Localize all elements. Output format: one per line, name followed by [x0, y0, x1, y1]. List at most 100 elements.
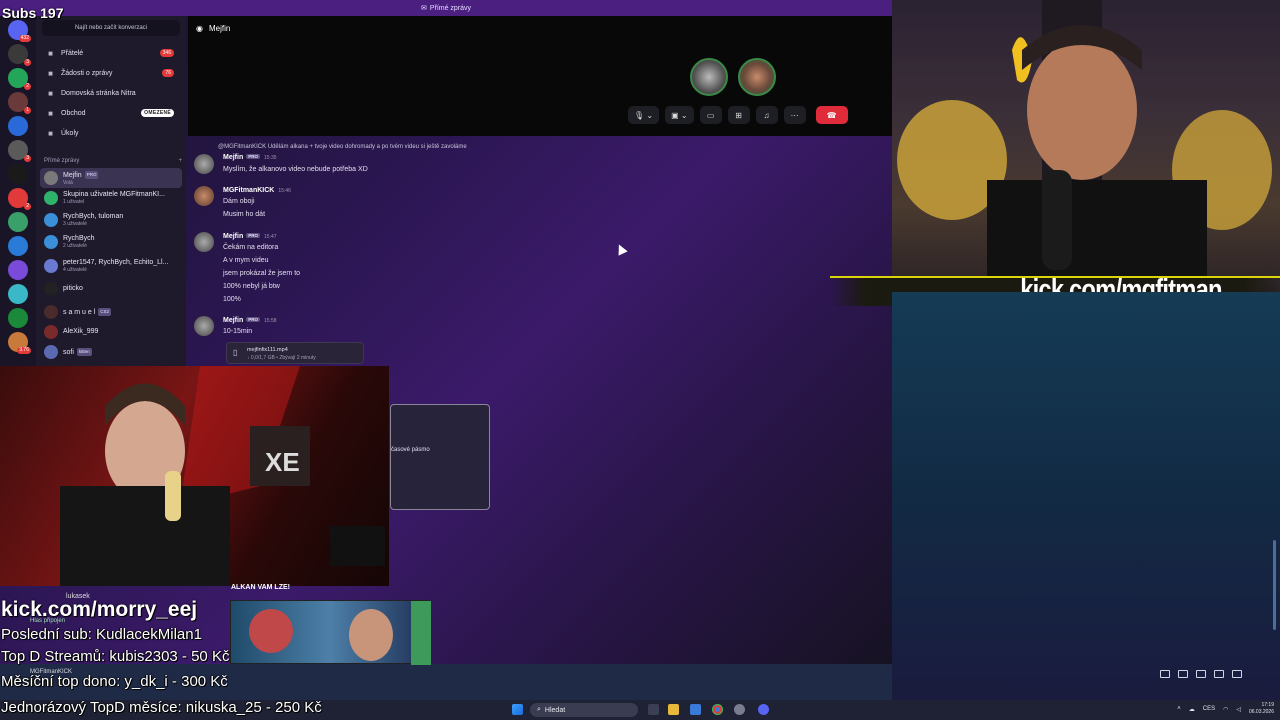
kick-url-left: kick.com/morry_eej	[1, 598, 198, 621]
svg-text:XE: XE	[265, 447, 300, 477]
window-icon[interactable]	[1178, 670, 1188, 678]
server-icon[interactable]: 3	[8, 140, 31, 162]
subs-counter: Subs 197	[2, 5, 64, 21]
task-view-icon[interactable]	[648, 704, 659, 715]
message-text: 10-15min	[223, 328, 253, 335]
dm-sidebar: Najít nebo začít konverzaci ■ Přátelé 346 ■…	[36, 16, 186, 366]
nav-badge: 346	[159, 49, 174, 57]
dm-item[interactable]: Skupina uživatele MGFitmanKI... 1 uživate…	[40, 188, 182, 208]
nav-item[interactable]: ■ Úkoly	[42, 124, 180, 142]
participant-avatar[interactable]	[738, 58, 776, 96]
server-icon[interactable]: 3	[8, 44, 31, 66]
avatar[interactable]	[194, 232, 214, 252]
server-icon[interactable]: 3.76	[8, 332, 31, 354]
server-icon[interactable]: 1	[8, 92, 31, 114]
inbox-icon: ■	[48, 68, 53, 78]
soundboard-button[interactable]: ♫	[755, 106, 778, 124]
screen-share-icon: ▭	[706, 110, 715, 120]
window-icon[interactable]	[1214, 670, 1224, 678]
chrome-icon[interactable]	[712, 704, 723, 715]
end-call-button[interactable]: ☎	[815, 106, 848, 124]
thumbnail-art	[249, 601, 431, 665]
second-webcam: XE	[0, 366, 389, 586]
search-conversation-input[interactable]: Najít nebo začít konverzaci	[42, 20, 180, 36]
add-dm-icon[interactable]: +	[178, 158, 182, 164]
nav-item[interactable]: ■ Žádosti o zprávy 76	[42, 64, 180, 82]
mute-button[interactable]: 🎙 ⌄	[628, 106, 660, 124]
title-bar: ✉ Přímé zprávy	[0, 0, 892, 16]
message-text: 100%	[223, 296, 241, 303]
dm-item[interactable]: RychBych, tuloman 3 uživatelé	[40, 210, 182, 230]
server-icon[interactable]	[8, 284, 28, 304]
message-author[interactable]: Mejfin PRO 15:58	[223, 317, 277, 324]
bottom-right-icons	[1160, 670, 1242, 678]
activities-button[interactable]: ⊞	[727, 106, 750, 124]
wifi-icon[interactable]: ◠	[1223, 706, 1228, 713]
dm-item[interactable]: peter1547, RychBych, Echito_Ll... 4 uživa…	[40, 256, 182, 276]
server-icon[interactable]	[8, 308, 28, 328]
avatar[interactable]	[194, 316, 214, 336]
dm-item[interactable]: RychBych 2 uživatelé	[40, 232, 182, 252]
file-attachment[interactable]: ▯ mejfinfix111.mp4 ↓ 0,0/1,7 GB • Zbývaj…	[226, 342, 364, 364]
message-author[interactable]: Mejfin PRO 15:35	[223, 154, 277, 161]
nav-item[interactable]: ■ Přátelé 346	[42, 44, 180, 62]
avatar[interactable]	[194, 186, 214, 206]
more-button[interactable]: ⋯	[783, 106, 806, 124]
hangup-icon: ☎	[826, 110, 837, 120]
dm-item[interactable]: AleXik_999	[40, 322, 182, 342]
dm-icon: ✉	[420, 5, 427, 12]
dm-item[interactable]: piticko	[40, 279, 182, 299]
server-badge: 432	[18, 35, 31, 42]
window-icon[interactable]	[1232, 670, 1242, 678]
dm-item[interactable]: s a m u e l CS2	[40, 302, 182, 322]
lang-indicator[interactable]: CES	[1203, 706, 1215, 712]
window-icon[interactable]	[1160, 670, 1170, 678]
server-icon[interactable]	[8, 236, 28, 256]
nav-item[interactable]: ■ Domovská stránka Nitra	[42, 84, 180, 102]
screen-share-button[interactable]: ▭	[699, 106, 722, 124]
store-icon[interactable]	[690, 704, 701, 715]
cloud-icon[interactable]: ☁	[1189, 706, 1195, 713]
webcam-scene	[897, 0, 1272, 292]
video-thumbnail[interactable]	[230, 600, 431, 665]
taskbar-search[interactable]: ⌕ Hledat	[530, 703, 638, 717]
shop-icon: ■	[48, 108, 53, 118]
server-icon[interactable]: 2	[8, 188, 31, 210]
server-icon[interactable]	[8, 260, 28, 280]
message-author[interactable]: MGFitmanKICK 15:46	[223, 187, 291, 194]
volume-icon[interactable]: ◁	[1236, 706, 1241, 713]
windows-start-icon[interactable]	[512, 704, 523, 715]
message-text: jsem prokázal že jsem to	[223, 270, 301, 277]
top-stream-donor: Top D Streamů: kubis2303 - 50 Kč	[1, 648, 230, 665]
participant-avatar[interactable]	[690, 58, 728, 96]
reply-preview[interactable]: @MGFitmanKICK Udělám alkana + tvoje vide…	[218, 144, 467, 150]
timezone-popup[interactable]: časové pásmo	[390, 404, 490, 510]
server-icon[interactable]	[8, 212, 28, 232]
message-text: Čekám na editora	[223, 244, 279, 251]
scrollbar[interactable]	[1273, 540, 1276, 630]
camera-button[interactable]: ▣ ⌄	[665, 106, 694, 124]
avatar[interactable]	[194, 154, 214, 174]
clock[interactable]: 17:19 06.03.2026	[1249, 702, 1274, 716]
nav-badge: 76	[162, 69, 174, 77]
discord-icon[interactable]	[758, 704, 769, 715]
server-icon[interactable]	[8, 164, 28, 184]
settings-icon[interactable]	[734, 704, 745, 715]
server-badge: 3	[24, 155, 31, 162]
server-icon[interactable]	[8, 116, 28, 136]
dm-section-header: Přímé zprávy +	[44, 158, 182, 164]
message-author[interactable]: Mejfin PRO 15:47	[223, 233, 277, 240]
file-explorer-icon[interactable]	[668, 704, 679, 715]
server-icon[interactable]: 2	[8, 68, 31, 90]
friends-icon: ■	[48, 48, 53, 58]
dm-item[interactable]: sofi kitten	[40, 342, 182, 362]
message-text: Musim ho dát	[223, 211, 266, 218]
file-name: mejfinfix111.mp4	[247, 347, 288, 353]
chevron-up-icon[interactable]: ˄	[1177, 706, 1181, 712]
window-icon[interactable]	[1196, 670, 1206, 678]
message-text: A v mym videu	[223, 257, 269, 264]
nav-item[interactable]: ■ Obchod OMEZENÉ	[42, 104, 180, 122]
server-icon[interactable]: 432	[8, 20, 31, 42]
file-progress: ↓ 0,0/1,7 GB • Zbývají 2 minuty	[247, 355, 316, 361]
dm-item[interactable]: Mejfin PRO Volá	[40, 168, 182, 188]
